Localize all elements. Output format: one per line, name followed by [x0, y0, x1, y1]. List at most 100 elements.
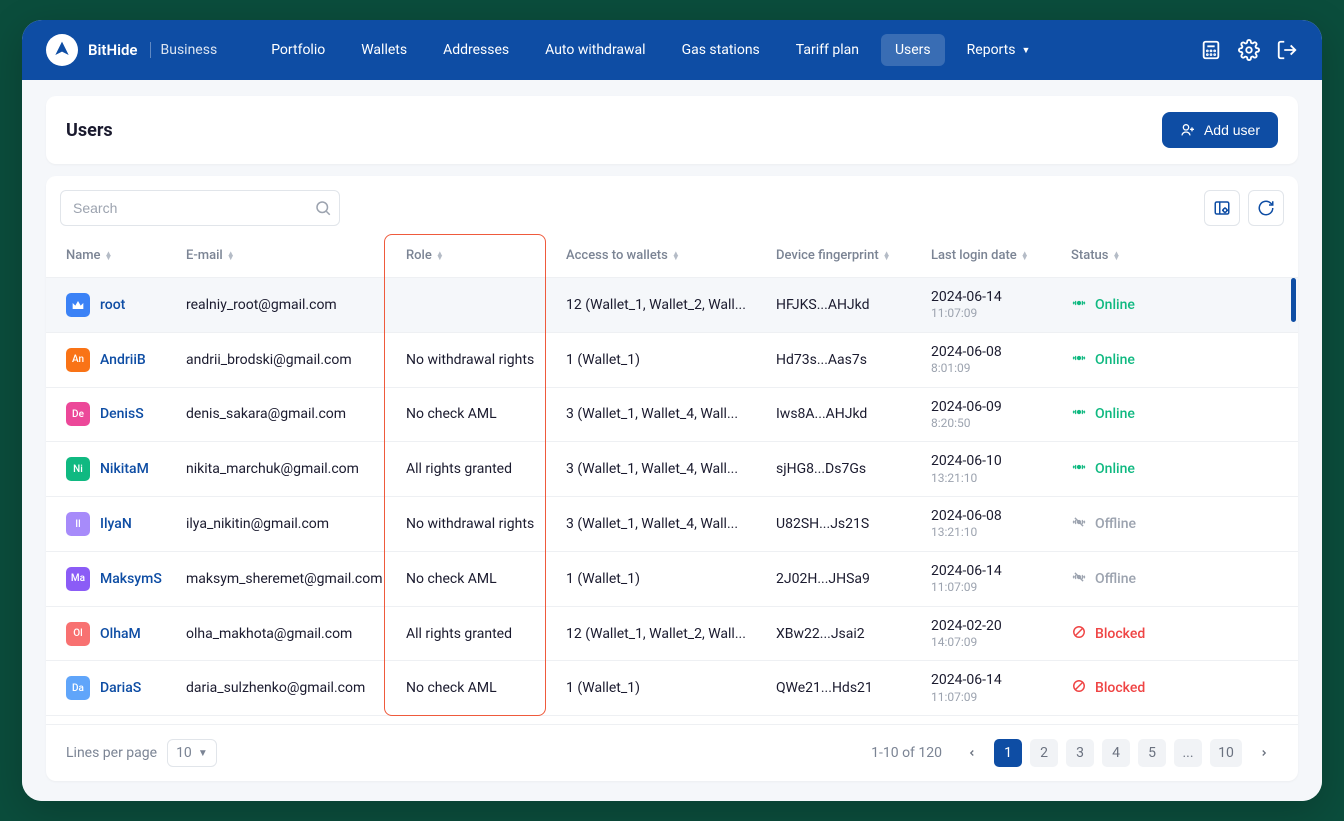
page-2[interactable]: 2: [1030, 739, 1058, 767]
page-5[interactable]: 5: [1138, 739, 1166, 767]
page-prev[interactable]: [958, 739, 986, 767]
status-icon: [1071, 625, 1087, 643]
refresh-button[interactable]: [1248, 190, 1284, 226]
status-icon: [1071, 515, 1087, 533]
avatar: Ni: [66, 457, 90, 481]
page-10[interactable]: 10: [1210, 739, 1242, 767]
user-fingerprint: sjHG8...Ds7Gs: [766, 442, 921, 497]
calculator-icon[interactable]: [1200, 39, 1222, 61]
user-access: 12 (Wallet_1, Wallet_2, Wall...: [556, 606, 766, 661]
user-status: Online: [1071, 296, 1288, 314]
status-icon: [1071, 679, 1087, 697]
avatar: Ma: [66, 567, 90, 591]
col-name[interactable]: Name▲▼: [46, 234, 176, 278]
table-row[interactable]: root realniy_root@gmail.com 12 (Wallet_1…: [46, 278, 1298, 333]
chevron-down-icon: ▼: [1021, 45, 1030, 56]
page-1[interactable]: 1: [994, 739, 1022, 767]
user-name-link[interactable]: AndriiB: [100, 352, 146, 368]
col-last-login[interactable]: Last login date▲▼: [921, 234, 1061, 278]
user-role: No withdrawal rights: [396, 332, 556, 387]
user-access: 1 (Wallet_1): [556, 551, 766, 606]
table-row[interactable]: Il IlyaN ilya_nikitin@gmail.com No withd…: [46, 497, 1298, 552]
page-3[interactable]: 3: [1066, 739, 1094, 767]
table-row[interactable]: Ma MaksymS maksym_sheremet@gmail.com No …: [46, 551, 1298, 606]
table-wrapper: Name▲▼ E-mail▲▼ Role▲▼ Access to wallets…: [46, 234, 1298, 724]
toolbar-actions: [1204, 190, 1284, 226]
user-role: No check AML: [396, 661, 556, 716]
nav-tariff-plan[interactable]: Tariff plan: [782, 34, 873, 66]
page-next[interactable]: [1250, 739, 1278, 767]
search-input[interactable]: [60, 190, 340, 226]
col-fingerprint[interactable]: Device fingerprint▲▼: [766, 234, 921, 278]
user-email: maksym_sheremet@gmail.com: [176, 551, 396, 606]
nav-addresses[interactable]: Addresses: [429, 34, 523, 66]
nav-auto-withdrawal[interactable]: Auto withdrawal: [531, 34, 659, 66]
nav-reports[interactable]: Reports▼: [953, 34, 1045, 66]
user-name-link[interactable]: NikitaM: [100, 461, 149, 477]
user-role: No check AML: [396, 551, 556, 606]
table-row[interactable]: An AndriiB andrii_brodski@gmail.com No w…: [46, 332, 1298, 387]
col-access[interactable]: Access to wallets▲▼: [556, 234, 766, 278]
user-name-link[interactable]: root: [100, 297, 125, 313]
status-icon: [1071, 460, 1087, 478]
user-fingerprint: 2J02H...JHSa9: [766, 551, 921, 606]
user-last-login: 2024-02-20 14:07:09: [921, 606, 1061, 661]
table-row[interactable]: De DenisS denis_sakara@gmail.com No chec…: [46, 387, 1298, 442]
user-last-login: 2024-06-10 13:21:10: [921, 442, 1061, 497]
avatar: [66, 293, 90, 317]
header: BitHide Business PortfolioWalletsAddress…: [22, 20, 1322, 80]
user-role: No withdrawal rights: [396, 497, 556, 552]
page-header: Users Add user: [46, 96, 1298, 164]
table-card: Name▲▼ E-mail▲▼ Role▲▼ Access to wallets…: [46, 176, 1298, 781]
main-nav: PortfolioWalletsAddressesAuto withdrawal…: [257, 34, 1200, 66]
user-fingerprint: U82SH...Js21S: [766, 497, 921, 552]
add-user-button[interactable]: Add user: [1162, 112, 1278, 148]
status-icon: [1071, 570, 1087, 588]
nav-portfolio[interactable]: Portfolio: [257, 34, 339, 66]
columns-settings-button[interactable]: [1204, 190, 1240, 226]
page-title: Users: [66, 120, 113, 141]
user-name-link[interactable]: IlyaN: [100, 516, 132, 532]
user-name-link[interactable]: DenisS: [100, 406, 144, 422]
app-container: BitHide Business PortfolioWalletsAddress…: [22, 20, 1322, 801]
col-status[interactable]: Status▲▼: [1061, 234, 1298, 278]
user-status: Online: [1071, 351, 1288, 369]
nav-gas-stations[interactable]: Gas stations: [668, 34, 774, 66]
user-last-login: 2024-06-09 8:20:50: [921, 387, 1061, 442]
lines-select[interactable]: 10 ▼: [167, 739, 217, 767]
table-row[interactable]: Ol OlhaM olha_makhota@gmail.com All righ…: [46, 606, 1298, 661]
user-email: realniy_root@gmail.com: [176, 278, 396, 333]
status-icon: [1071, 351, 1087, 369]
user-role: [396, 278, 556, 333]
user-name-link[interactable]: DariaS: [100, 680, 141, 696]
user-access: 1 (Wallet_1): [556, 332, 766, 387]
user-role: All rights granted: [396, 442, 556, 497]
table-row[interactable]: Ni NikitaM nikita_marchuk@gmail.com All …: [46, 442, 1298, 497]
user-status: Offline: [1071, 515, 1288, 533]
settings-icon[interactable]: [1238, 39, 1260, 61]
user-access: 3 (Wallet_1, Wallet_4, Wall...: [556, 442, 766, 497]
page-4[interactable]: 4: [1102, 739, 1130, 767]
users-table: Name▲▼ E-mail▲▼ Role▲▼ Access to wallets…: [46, 234, 1298, 716]
brand-name: BitHide: [88, 41, 138, 59]
user-email: andrii_brodski@gmail.com: [176, 332, 396, 387]
scroll-indicator[interactable]: [1291, 278, 1296, 322]
user-access: 3 (Wallet_1, Wallet_4, Wall...: [556, 497, 766, 552]
user-name-link[interactable]: OlhaM: [100, 626, 141, 642]
page-...: ...: [1174, 739, 1202, 767]
user-fingerprint: Iws8A...AHJkd: [766, 387, 921, 442]
nav-wallets[interactable]: Wallets: [347, 34, 421, 66]
user-fingerprint: Hd73s...Aas7s: [766, 332, 921, 387]
col-role[interactable]: Role▲▼: [396, 234, 556, 278]
user-status: Blocked: [1071, 679, 1288, 697]
user-role: All rights granted: [396, 606, 556, 661]
table-row[interactable]: Da DariaS daria_sulzhenko@gmail.com No c…: [46, 661, 1298, 716]
user-email: olha_makhota@gmail.com: [176, 606, 396, 661]
logout-icon[interactable]: [1276, 39, 1298, 61]
nav-users[interactable]: Users: [881, 34, 945, 66]
avatar: An: [66, 348, 90, 372]
add-user-icon: [1180, 122, 1196, 138]
user-name-link[interactable]: MaksymS: [100, 571, 162, 587]
avatar: Da: [66, 676, 90, 700]
col-email[interactable]: E-mail▲▼: [176, 234, 396, 278]
